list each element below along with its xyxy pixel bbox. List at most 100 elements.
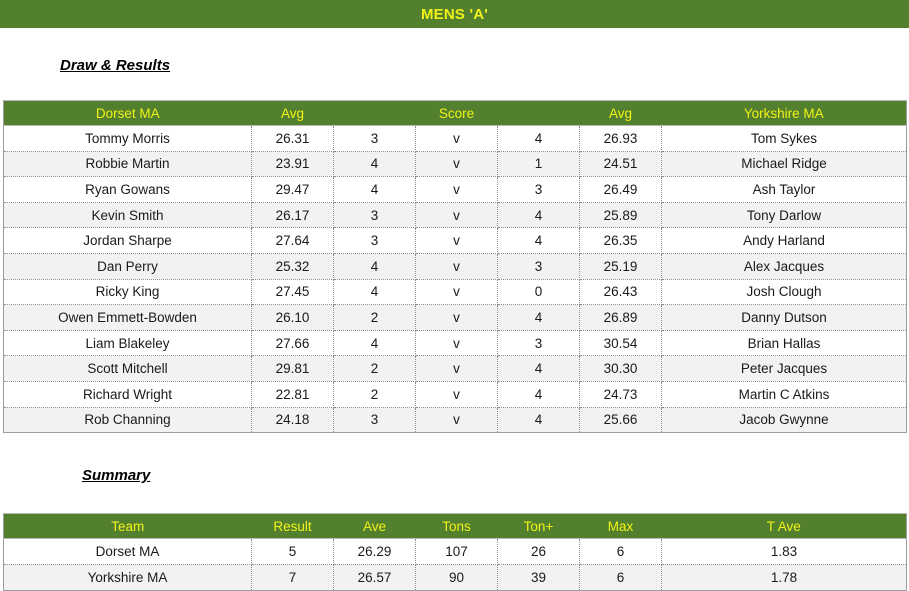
cell-away-player: Alex Jacques — [661, 253, 907, 280]
table-row: Ryan Gowans 29.47 4 v 3 26.49 Ash Taylor — [3, 176, 907, 203]
cell-home-player: Jordan Sharpe — [3, 227, 252, 254]
cell-max: 6 — [579, 538, 662, 565]
cell-away-avg: 26.93 — [579, 125, 662, 152]
cell-away-player: Danny Dutson — [661, 304, 907, 331]
cell-away-score: 3 — [497, 330, 580, 357]
cell-away-avg: 30.54 — [579, 330, 662, 357]
cell-away-player: Brian Hallas — [661, 330, 907, 357]
cell-home-avg: 26.10 — [251, 304, 334, 331]
draw-results-heading: Draw & Results — [60, 57, 171, 74]
cell-home-score: 4 — [333, 253, 416, 280]
cell-away-avg: 26.35 — [579, 227, 662, 254]
cell-away-player: Josh Clough — [661, 279, 907, 306]
cell-home-avg: 24.18 — [251, 407, 334, 433]
summary-table: Team Result Ave Tons Ton+ Max T Ave Dors… — [3, 513, 907, 591]
column-header-ave: Ave — [333, 513, 416, 539]
cell-away-score: 4 — [497, 202, 580, 229]
table-row: Richard Wright 22.81 2 v 4 24.73 Martin C Atki… — [3, 381, 907, 408]
cell-ave: 26.29 — [333, 538, 416, 565]
cell-home-player: Ryan Gowans — [3, 176, 252, 203]
cell-home-avg: 22.81 — [251, 381, 334, 408]
cell-home-score: 4 — [333, 151, 416, 178]
cell-versus: v — [415, 381, 498, 408]
cell-result: 5 — [251, 538, 334, 565]
cell-home-avg: 26.17 — [251, 202, 334, 229]
cell-home-avg: 29.47 — [251, 176, 334, 203]
page-title-banner: MENS 'A' — [0, 0, 909, 28]
table-row: Scott Mitchell 29.81 2 v 4 30.30 Peter Jacques — [3, 355, 907, 382]
cell-away-score: 4 — [497, 125, 580, 152]
cell-tons: 107 — [415, 538, 498, 565]
draw-results-header-row: Dorset MA Avg Score Avg Yorkshire MA — [3, 100, 907, 126]
cell-versus: v — [415, 253, 498, 280]
cell-result: 7 — [251, 564, 334, 591]
cell-home-avg: 23.91 — [251, 151, 334, 178]
table-row: Dorset MA 5 26.29 107 26 6 1.83 — [3, 538, 907, 565]
cell-home-player: Robbie Martin — [3, 151, 252, 178]
column-header-away-avg: Avg — [579, 100, 662, 126]
table-row: Tommy Morris 26.31 3 v 4 26.93 Tom Sykes — [3, 125, 907, 152]
cell-away-player: Martin C Atkins — [661, 381, 907, 408]
cell-home-score: 2 — [333, 304, 416, 331]
table-row: Liam Blakeley 27.66 4 v 3 30.54 Brian Hallas — [3, 330, 907, 357]
cell-away-score: 4 — [497, 407, 580, 433]
cell-tons: 90 — [415, 564, 498, 591]
cell-away-player: Ash Taylor — [661, 176, 907, 203]
cell-home-player: Tommy Morris — [3, 125, 252, 152]
cell-home-score: 3 — [333, 125, 416, 152]
cell-versus: v — [415, 330, 498, 357]
cell-versus: v — [415, 202, 498, 229]
cell-home-player: Liam Blakeley — [3, 330, 252, 357]
cell-away-player: Tony Darlow — [661, 202, 907, 229]
cell-away-player: Michael Ridge — [661, 151, 907, 178]
cell-versus: v — [415, 176, 498, 203]
cell-home-player: Richard Wright — [3, 381, 252, 408]
table-row: Yorkshire MA 7 26.57 90 39 6 1.78 — [3, 564, 907, 591]
cell-home-score: 3 — [333, 227, 416, 254]
cell-home-avg: 27.66 — [251, 330, 334, 357]
draw-results-table-body: Tommy Morris 26.31 3 v 4 26.93 Tom Sykes Robbie… — [3, 125, 907, 433]
cell-home-score: 4 — [333, 176, 416, 203]
cell-away-avg: 25.89 — [579, 202, 662, 229]
cell-t-ave: 1.83 — [661, 538, 907, 565]
cell-versus: v — [415, 151, 498, 178]
cell-away-score: 3 — [497, 176, 580, 203]
cell-away-avg: 25.19 — [579, 253, 662, 280]
cell-home-score: 2 — [333, 381, 416, 408]
table-row: Dan Perry 25.32 4 v 3 25.19 Alex Jacques — [3, 253, 907, 280]
cell-away-score: 4 — [497, 227, 580, 254]
cell-home-score: 4 — [333, 279, 416, 306]
cell-home-player: Kevin Smith — [3, 202, 252, 229]
column-header-result: Result — [251, 513, 334, 539]
cell-away-avg: 26.43 — [579, 279, 662, 306]
page-title: MENS 'A' — [420, 5, 489, 23]
column-header-away-score — [497, 100, 580, 126]
table-row: Kevin Smith 26.17 3 v 4 25.89 Tony Darlow — [3, 202, 907, 229]
cell-away-score: 4 — [497, 355, 580, 382]
cell-versus: v — [415, 227, 498, 254]
cell-home-avg: 26.31 — [251, 125, 334, 152]
cell-home-player: Dan Perry — [3, 253, 252, 280]
column-header-dorset-ma: Dorset MA — [3, 100, 252, 126]
cell-home-player: Scott Mitchell — [3, 355, 252, 382]
cell-home-score: 4 — [333, 330, 416, 357]
cell-team: Dorset MA — [3, 538, 252, 565]
column-header-ton-plus: Ton+ — [497, 513, 580, 539]
draw-results-table: Dorset MA Avg Score Avg Yorkshire MA Tom… — [3, 100, 907, 434]
table-row: Jordan Sharpe 27.64 3 v 4 26.35 Andy Harland — [3, 227, 907, 254]
cell-away-player: Jacob Gwynne — [661, 407, 907, 433]
cell-home-avg: 29.81 — [251, 355, 334, 382]
cell-away-avg: 24.73 — [579, 381, 662, 408]
cell-away-player: Andy Harland — [661, 227, 907, 254]
cell-away-avg: 25.66 — [579, 407, 662, 433]
cell-away-avg: 24.51 — [579, 151, 662, 178]
summary-heading: Summary — [82, 467, 151, 484]
cell-t-ave: 1.78 — [661, 564, 907, 591]
cell-home-score: 2 — [333, 355, 416, 382]
column-header-home-avg: Avg — [251, 100, 334, 126]
cell-versus: v — [415, 304, 498, 331]
cell-home-score: 3 — [333, 407, 416, 433]
summary-header-row: Team Result Ave Tons Ton+ Max T Ave — [3, 513, 907, 539]
table-row: Ricky King 27.45 4 v 0 26.43 Josh Clough — [3, 279, 907, 306]
column-header-yorkshire-ma: Yorkshire MA — [661, 100, 907, 126]
